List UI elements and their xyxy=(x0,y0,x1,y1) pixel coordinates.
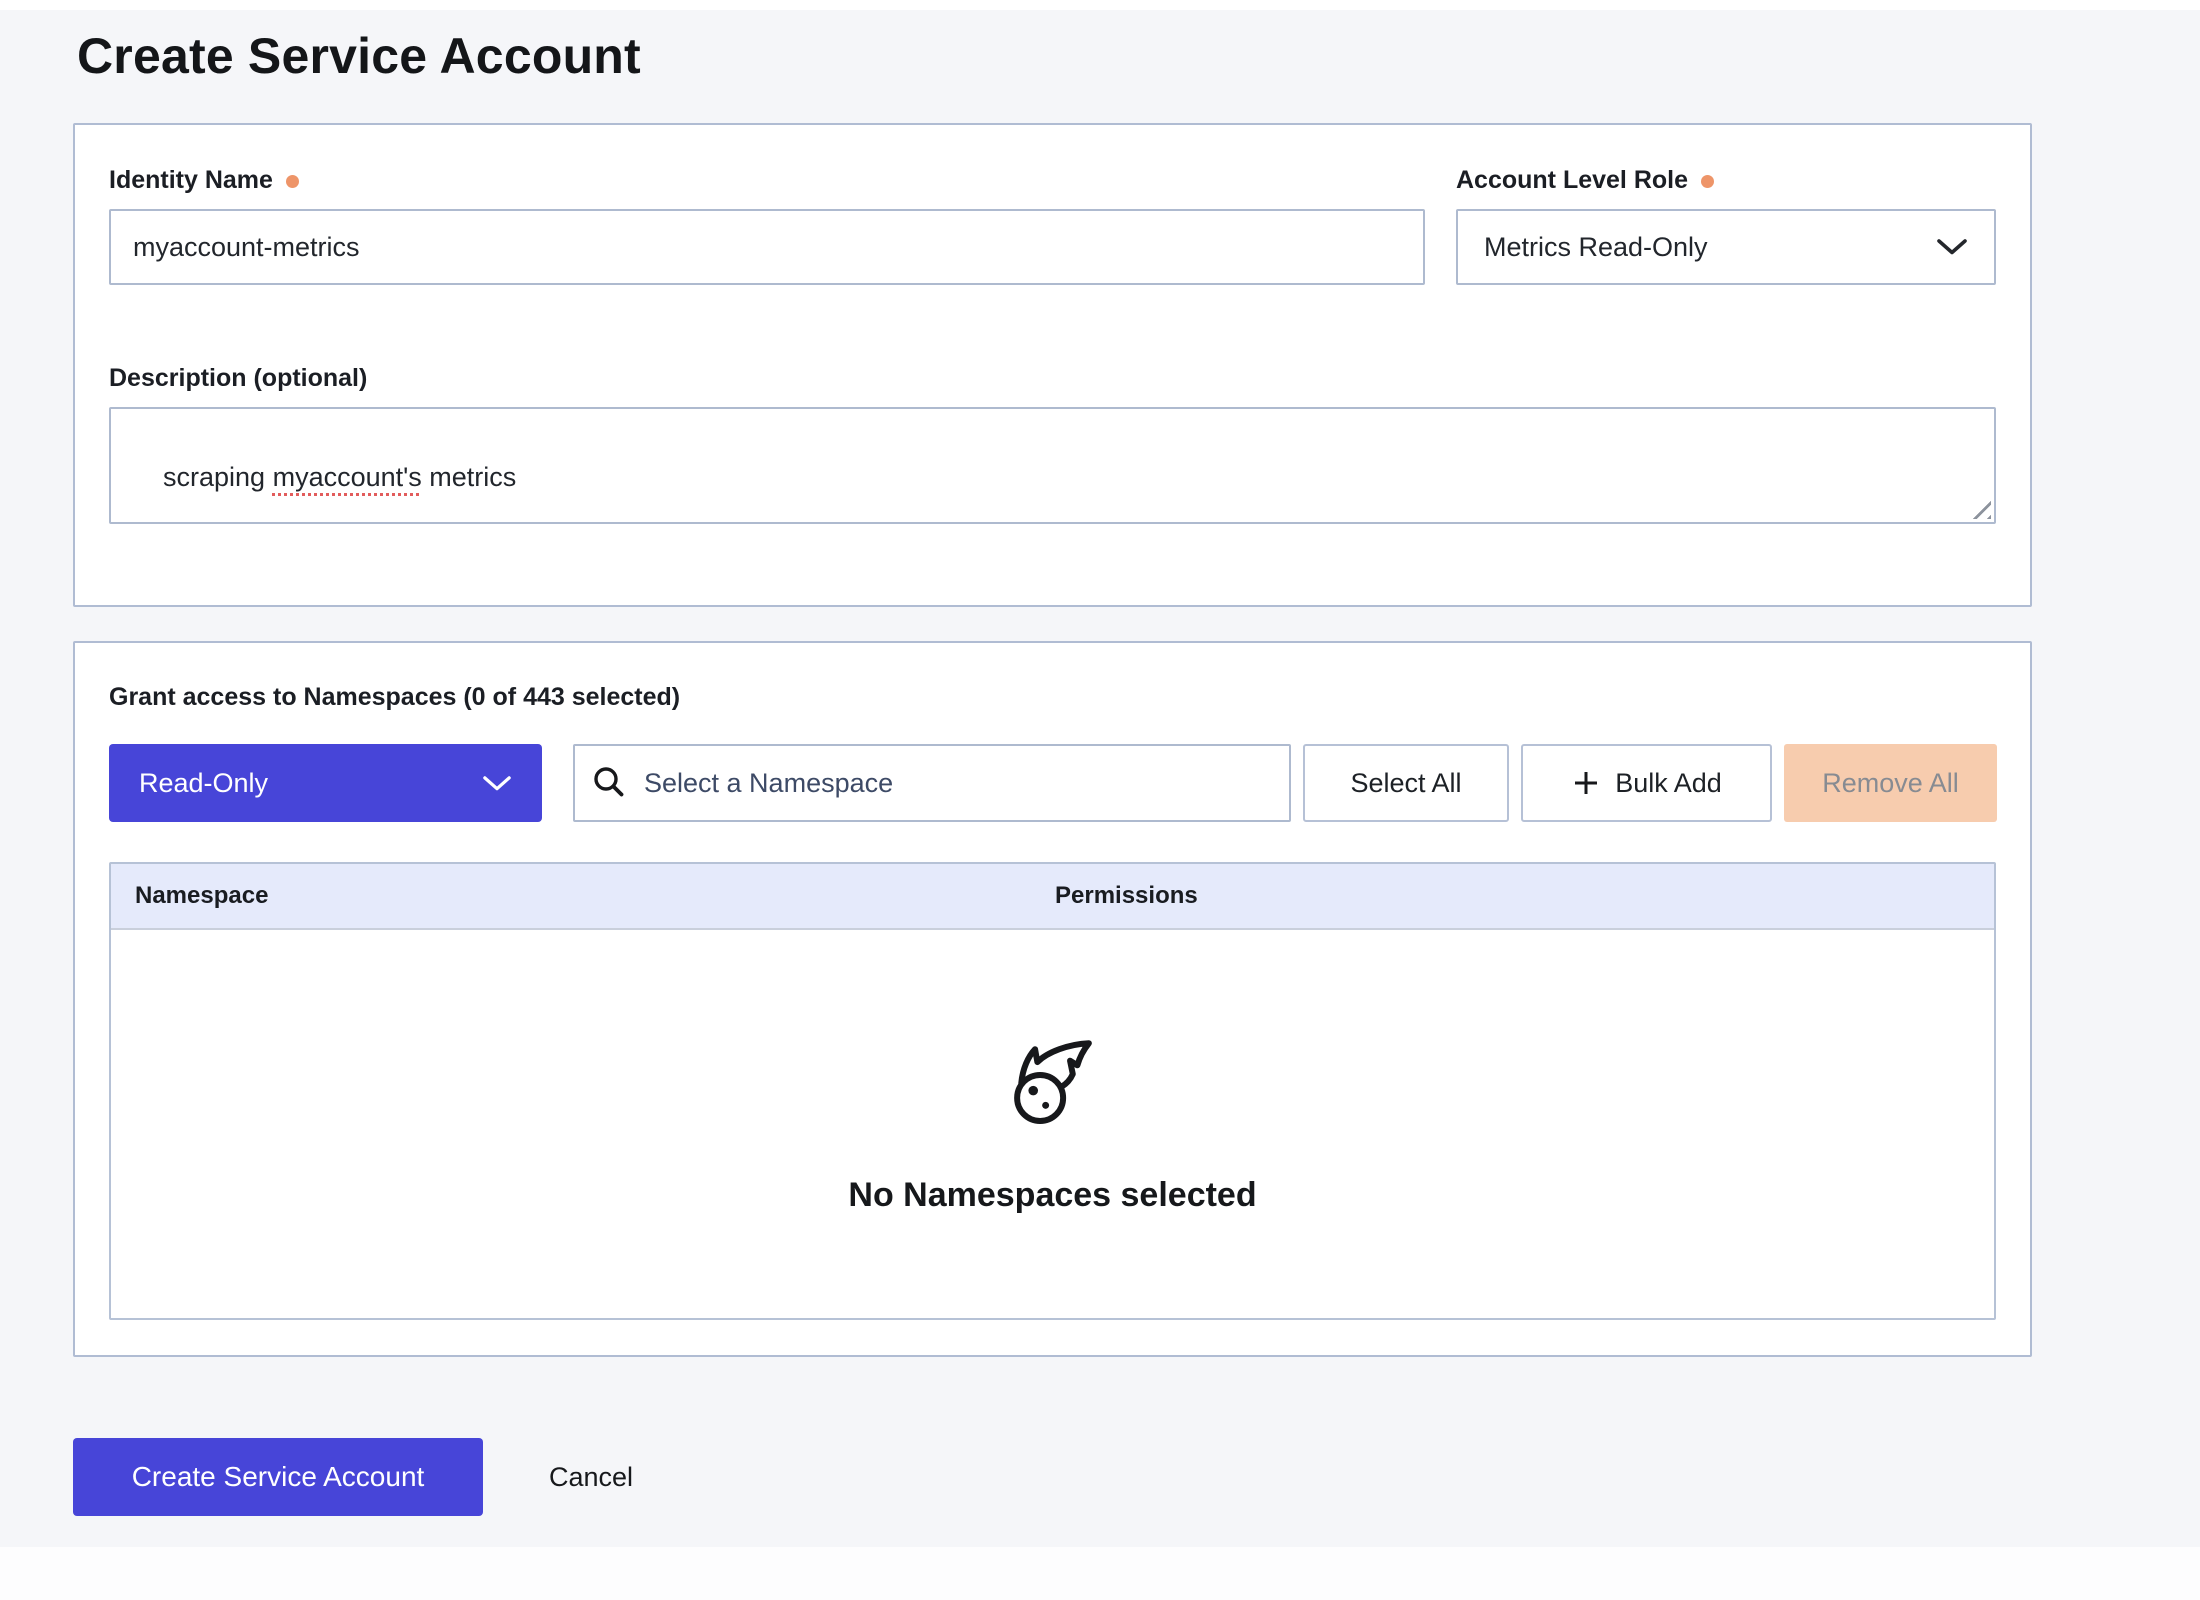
description-text-prefix: scraping xyxy=(163,462,273,492)
namespace-controls: Read-Only Select All xyxy=(109,744,1996,822)
chevron-down-icon xyxy=(1936,238,1968,256)
bottom-white-strip xyxy=(0,1547,2200,1600)
description-textarea[interactable]: scraping myaccount's metrics xyxy=(109,407,1996,524)
chevron-down-icon xyxy=(482,775,512,792)
select-all-button[interactable]: Select All xyxy=(1303,744,1509,822)
namespaces-table: Namespace Permissions No Namespaces sele… xyxy=(109,862,1996,1320)
comet-icon xyxy=(1007,1040,1099,1132)
permission-role-value: Read-Only xyxy=(139,768,268,799)
textarea-resize-handle[interactable] xyxy=(1966,494,1991,519)
account-level-role-label: Account Level Role xyxy=(1456,165,1996,195)
top-white-strip xyxy=(0,0,2200,10)
bulk-add-button[interactable]: Bulk Add xyxy=(1521,744,1772,822)
required-dot-icon xyxy=(1701,175,1714,188)
identity-name-input[interactable] xyxy=(109,209,1425,285)
plus-icon xyxy=(1571,768,1601,798)
description-label-text: Description (optional) xyxy=(109,364,367,393)
account-level-role-value: Metrics Read-Only xyxy=(1484,232,1708,263)
account-level-role-label-text: Account Level Role xyxy=(1456,166,1688,195)
required-dot-icon xyxy=(286,175,299,188)
permission-role-dropdown[interactable]: Read-Only xyxy=(109,744,542,822)
description-label: Description (optional) xyxy=(109,363,1996,393)
column-header-permissions: Permissions xyxy=(1055,882,1994,910)
description-text-misspelled: myaccount's xyxy=(273,462,422,492)
bulk-add-label: Bulk Add xyxy=(1615,768,1722,799)
empty-state: No Namespaces selected xyxy=(848,1040,1256,1215)
identity-card: Identity Name Account Level Role Metrics… xyxy=(73,123,2032,607)
select-all-label: Select All xyxy=(1350,768,1461,799)
namespaces-heading: Grant access to Namespaces (0 of 443 sel… xyxy=(109,682,1996,712)
create-service-account-button[interactable]: Create Service Account xyxy=(73,1438,483,1516)
remove-all-button[interactable]: Remove All xyxy=(1784,744,1997,822)
footer-actions: Create Service Account Cancel xyxy=(73,1438,2200,1516)
namespaces-table-body: No Namespaces selected xyxy=(111,930,1994,1318)
namespace-access-card: Grant access to Namespaces (0 of 443 sel… xyxy=(73,641,2032,1357)
page-title: Create Service Account xyxy=(0,0,2200,102)
namespace-search xyxy=(573,744,1291,822)
description-text-suffix: metrics xyxy=(422,462,517,492)
empty-state-message: No Namespaces selected xyxy=(848,1176,1256,1215)
cancel-button[interactable]: Cancel xyxy=(549,1462,633,1493)
search-icon xyxy=(591,765,627,801)
account-level-role-select[interactable]: Metrics Read-Only xyxy=(1456,209,1996,285)
identity-name-label: Identity Name xyxy=(109,165,1425,195)
namespace-search-input[interactable] xyxy=(642,767,1273,800)
namespaces-table-header: Namespace Permissions xyxy=(111,864,1994,930)
column-header-namespace: Namespace xyxy=(111,882,1055,910)
remove-all-label: Remove All xyxy=(1822,768,1959,799)
identity-name-label-text: Identity Name xyxy=(109,166,273,195)
